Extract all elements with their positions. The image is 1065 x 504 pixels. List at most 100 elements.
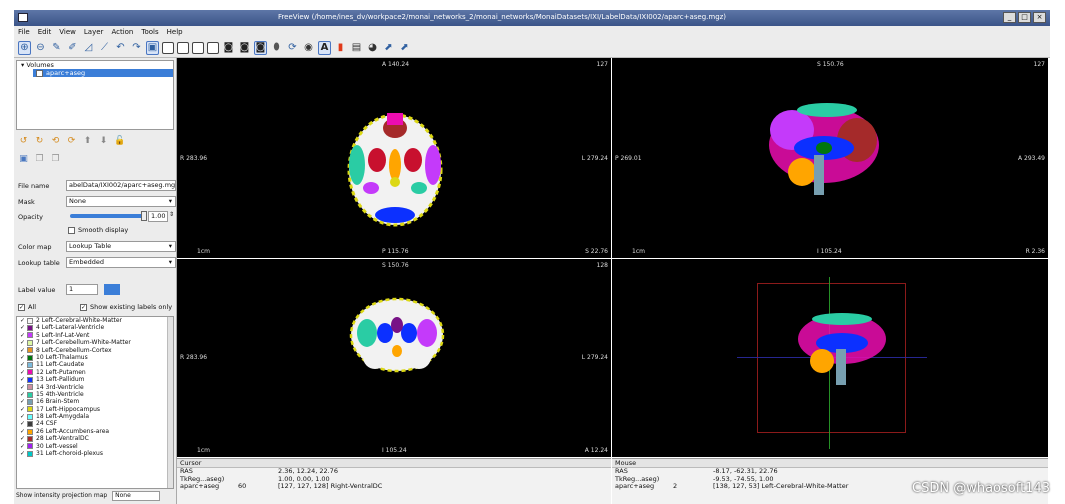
label-list-item[interactable]: ✓ 12 Left-Putamen [17, 369, 173, 376]
label-list-item[interactable]: ✓ 17 Left-Hippocampus [17, 406, 173, 413]
undo-icon[interactable]: ↶ [114, 41, 127, 55]
menu-edit[interactable]: Edit [38, 26, 52, 38]
menu-help[interactable]: Help [167, 26, 183, 38]
label-list-item[interactable]: ✓ 26 Left-Accumbens-area [17, 428, 173, 435]
tree-group-volumes[interactable]: ▾ Volumes [17, 61, 173, 69]
menu-action[interactable]: Action [111, 26, 133, 38]
snapshot-icon[interactable]: ▤ [350, 41, 363, 55]
reset-rotation-icon[interactable]: ⟳ [66, 136, 77, 147]
view-sagittal-icon[interactable]: ◙ [222, 41, 235, 55]
rotate-left-icon[interactable]: ↺ [18, 136, 29, 147]
maximize-button[interactable]: □ [1018, 12, 1031, 23]
minimize-button[interactable]: _ [1003, 12, 1016, 23]
label-list-item[interactable]: ✓ 5 Left-Inf-Lat-Vent [17, 332, 173, 339]
label-list-item[interactable]: ✓ 28 Left-VentralDC [17, 435, 173, 442]
label-visible-checkbox[interactable]: ✓ [20, 317, 25, 324]
lock-icon[interactable]: 🔓 [114, 136, 125, 147]
label-visible-checkbox[interactable]: ✓ [20, 324, 25, 331]
show-existing-checkbox[interactable]: ✓ [80, 303, 87, 311]
roi-edit-icon[interactable]: ⊖ [34, 41, 47, 55]
label-list-item[interactable]: ✓ 11 Left-Caudate [17, 361, 173, 368]
layer-tree[interactable]: ▾ Volumes ✓ aparc+aseg [16, 60, 174, 130]
label-list-item[interactable]: ✓ 8 Left-Cerebellum-Cortex [17, 347, 173, 354]
color-map-select[interactable]: Lookup Table ▾ [66, 241, 176, 252]
projection-map-select[interactable]: None [112, 491, 161, 501]
label-visible-checkbox[interactable]: ✓ [20, 376, 25, 383]
view-axial-icon[interactable]: ◙ [254, 40, 267, 55]
layout-2x2-icon[interactable] [162, 41, 174, 54]
move-down-icon[interactable]: ⬇ [98, 136, 109, 147]
viewport-coronal[interactable]: S 150.76 128 R 283.96 L 279.24 I 105.24 … [177, 259, 611, 457]
contour-icon[interactable]: ◿ [82, 41, 95, 55]
label-list-item[interactable]: ✓ 7 Left-Cerebellum-White-Matter [17, 339, 173, 346]
label-list-item[interactable]: ✓ 2 Left-Cerebral-White-Matter [17, 317, 173, 324]
opacity-slider-handle[interactable] [141, 211, 147, 221]
label-value-input[interactable]: 1 [66, 284, 98, 295]
record-icon[interactable]: ◕ [366, 41, 379, 55]
voxel-edit-icon[interactable]: ✎ [50, 41, 63, 55]
redo-icon[interactable]: ↷ [130, 41, 143, 55]
label-color-swatch[interactable] [104, 284, 120, 295]
save-volume-icon[interactable]: ▣ [18, 154, 29, 165]
menu-file[interactable]: File [18, 26, 30, 38]
tree-item-aparc-aseg[interactable]: ✓ aparc+aseg [33, 69, 173, 77]
label-visible-checkbox[interactable]: ✓ [20, 339, 25, 346]
menu-tools[interactable]: Tools [141, 26, 158, 38]
flip-icon[interactable]: ⟲ [50, 136, 61, 147]
label-visible-checkbox[interactable]: ✓ [20, 450, 25, 457]
label-visible-checkbox[interactable]: ✓ [20, 369, 25, 376]
move-up-icon[interactable]: ⬆ [82, 136, 93, 147]
view-coronal-icon[interactable]: ◙ [238, 41, 251, 55]
measure-icon[interactable]: ⟋ [98, 41, 111, 55]
viewport-axial[interactable]: A 140.24 127 R 283.96 L 279.24 P 115.76 … [177, 58, 611, 258]
opacity-slider[interactable] [70, 211, 147, 221]
label-list-scrollbar[interactable] [167, 317, 173, 488]
navigate-icon[interactable]: ⊕ [18, 40, 31, 55]
sync-icon[interactable]: ⬈ [382, 41, 395, 55]
label-list-item[interactable]: ✓ 16 Brain-Stem [17, 398, 173, 405]
label-visible-checkbox[interactable]: ✓ [20, 398, 25, 405]
label-list-item[interactable]: ✓ 13 Left-Pallidum [17, 376, 173, 383]
annotation-icon[interactable]: A [318, 40, 331, 55]
label-visible-checkbox[interactable]: ✓ [20, 413, 25, 420]
layout-1x3-icon[interactable] [177, 41, 189, 54]
recon-edit-icon[interactable]: ✐ [66, 41, 79, 55]
label-visible-checkbox[interactable]: ✓ [20, 384, 25, 391]
label-visible-checkbox[interactable]: ✓ [20, 361, 25, 368]
label-list-item[interactable]: ✓ 14 3rd-Ventricle [17, 384, 173, 391]
layout-1x1-icon[interactable]: ▣ [146, 40, 159, 55]
layout-1x3h-icon[interactable] [192, 41, 204, 54]
label-list-item[interactable]: ✓ 31 Left-choroid-plexus [17, 450, 173, 457]
label-visible-checkbox[interactable]: ✓ [20, 443, 25, 450]
cursor-sync-icon[interactable]: ⬈ [398, 41, 411, 55]
all-checkbox[interactable]: ✓ [18, 303, 25, 311]
copy-volume-icon[interactable]: ❐ [34, 154, 45, 165]
smooth-display-checkbox[interactable] [68, 226, 75, 234]
label-list-item[interactable]: ✓ 30 Left-vessel [17, 443, 173, 450]
rotate-right-icon[interactable]: ↻ [34, 136, 45, 147]
reset-view-icon[interactable]: ⟳ [286, 41, 299, 55]
paste-volume-icon[interactable]: ❐ [50, 154, 61, 165]
label-list-item[interactable]: ✓ 15 4th-Ventricle [17, 391, 173, 398]
label-list-item[interactable]: ✓ 10 Left-Thalamus [17, 354, 173, 361]
label-list-item[interactable]: ✓ 18 Left-Amygdala [17, 413, 173, 420]
viewport-sagittal[interactable]: S 150.76 127 P 269.01 A 293.49 I 105.24 … [612, 58, 1048, 258]
label-list-item[interactable]: ✓ 4 Left-Lateral-Ventricle [17, 324, 173, 331]
label-visible-checkbox[interactable]: ✓ [20, 420, 25, 427]
lookup-table-select[interactable]: Embedded ▾ [66, 257, 176, 268]
opacity-input[interactable]: 1.00 [148, 211, 168, 222]
label-visible-checkbox[interactable]: ✓ [20, 354, 25, 361]
label-visible-checkbox[interactable]: ✓ [20, 406, 25, 413]
label-visible-checkbox[interactable]: ✓ [20, 435, 25, 442]
mask-select[interactable]: None ▾ [66, 196, 176, 207]
label-visible-checkbox[interactable]: ✓ [20, 332, 25, 339]
toggle-icon[interactable]: ◉ [302, 41, 315, 55]
view-3d-icon[interactable]: ⬮ [270, 41, 283, 55]
opacity-spin-icon[interactable]: ⇕ [169, 211, 174, 218]
label-visible-checkbox[interactable]: ✓ [20, 428, 25, 435]
label-list[interactable]: ✓ 2 Left-Cerebral-White-Matter ✓ 4 Left-Lat… [16, 316, 174, 489]
menu-layer[interactable]: Layer [84, 26, 104, 38]
file-name-input[interactable]: abelData/IXI002/aparc+aseg.mgz [66, 180, 176, 191]
label-visible-checkbox[interactable]: ✓ [20, 347, 25, 354]
label-list-item[interactable]: ✓ 24 CSF [17, 420, 173, 427]
